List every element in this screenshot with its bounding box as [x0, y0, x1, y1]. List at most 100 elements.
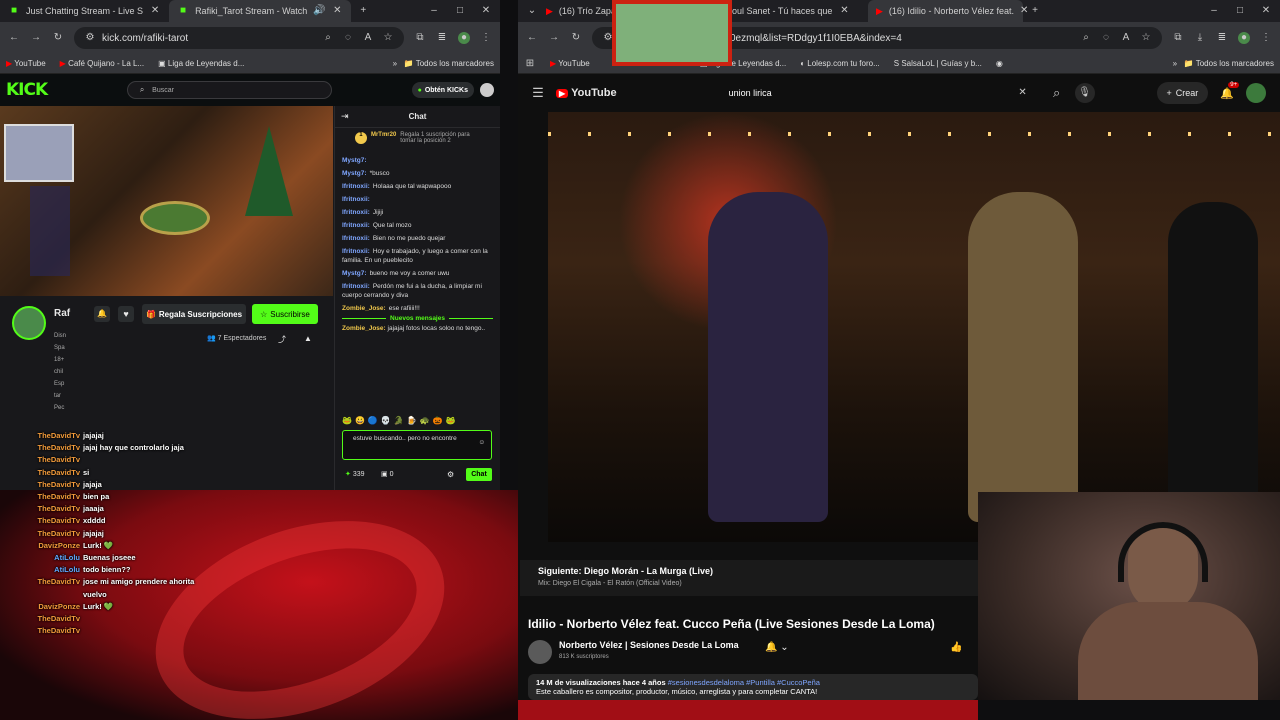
- emoji-picker-icon[interactable]: ☺: [478, 439, 485, 446]
- close-window-icon[interactable]: ✕: [1260, 5, 1272, 17]
- chat-username[interactable]: lfritnoxii:: [342, 183, 370, 190]
- chat-input[interactable]: estuve buscando.. pero no encontre ☺: [342, 430, 492, 460]
- star-icon[interactable]: ☆: [1140, 32, 1152, 44]
- maximize-icon[interactable]: □: [1234, 5, 1246, 17]
- get-kicks-button[interactable]: ● Obtén KICKs: [411, 82, 474, 98]
- address-bar[interactable]: ⚙ kick.com/rafiki-tarot ⌕ ◌ A ☆: [74, 27, 404, 49]
- chat-username[interactable]: lfritnoxii:: [342, 196, 370, 203]
- more-icon[interactable]: ⋮: [480, 32, 492, 44]
- chat-settings-icon[interactable]: ⚙: [447, 470, 454, 479]
- pinned-gift-banner[interactable]: 1 MrTmr20 Regala 1 suscripción para toma…: [335, 128, 500, 148]
- user-avatar[interactable]: [480, 83, 494, 97]
- points-counter[interactable]: ✦ 339: [345, 470, 365, 478]
- stream-video[interactable]: [0, 106, 333, 296]
- clear-search-icon[interactable]: ✕: [1017, 87, 1029, 99]
- star-icon[interactable]: ☆: [382, 32, 394, 44]
- kick-search-input[interactable]: ⌕ Buscar: [127, 81, 333, 99]
- account-avatar[interactable]: [1246, 83, 1266, 103]
- site-info-icon[interactable]: ⚙: [84, 32, 96, 44]
- profile-avatar-icon[interactable]: ●: [458, 32, 470, 44]
- maximize-icon[interactable]: □: [454, 5, 466, 17]
- kick-logo[interactable]: KICK: [6, 80, 48, 100]
- close-icon[interactable]: ✕: [149, 5, 161, 17]
- bookmark-youtube[interactable]: ▶ YouTube: [550, 59, 590, 68]
- bookmark-cafe-quijano[interactable]: ▶ Café Quijano - La L...: [60, 59, 144, 68]
- gift-subs-button[interactable]: 🎁 Regala Suscripciones: [142, 304, 246, 324]
- chat-username[interactable]: lfritnoxii:: [342, 248, 370, 255]
- more-icon[interactable]: ⋮: [1260, 32, 1272, 44]
- forward-icon[interactable]: →: [30, 32, 42, 44]
- hashtags[interactable]: #sesionesdesdelaloma #Puntilla #CuccoPeñ…: [668, 678, 820, 687]
- new-tab-icon[interactable]: +: [357, 5, 369, 17]
- menu-list-icon[interactable]: ≣: [1216, 32, 1228, 44]
- channel-avatar[interactable]: [12, 306, 46, 340]
- up-next-title[interactable]: Siguiente: Diego Morán - La Murga (Live): [538, 566, 960, 576]
- extensions-icon[interactable]: ⧉: [1172, 32, 1184, 44]
- chat-username[interactable]: lfritnoxii:: [342, 209, 370, 216]
- tag[interactable]: chil: [54, 366, 66, 378]
- bookmark-all[interactable]: » 📁 Todos los marcadores: [393, 59, 494, 68]
- search-icon[interactable]: ⌕: [322, 32, 334, 44]
- tag[interactable]: Pec: [54, 402, 66, 414]
- create-button[interactable]: + Crear: [1156, 82, 1209, 104]
- minimize-icon[interactable]: –: [1208, 5, 1220, 17]
- bookmark-globe[interactable]: ◉: [996, 59, 1003, 68]
- bookmark-salsalol[interactable]: S SalsaLoL | Guías y b...: [894, 59, 982, 68]
- menu-list-icon[interactable]: ≣: [436, 32, 448, 44]
- chat-username[interactable]: lfritnoxii:: [342, 222, 370, 229]
- bookmark-liga-leyendas[interactable]: ▣ Liga de Leyendas d...: [158, 59, 244, 68]
- translate-icon[interactable]: A: [1120, 32, 1132, 44]
- back-icon[interactable]: ←: [8, 32, 20, 44]
- chat-username[interactable]: Mystg7:: [342, 170, 367, 177]
- forward-icon[interactable]: →: [548, 32, 560, 44]
- close-icon[interactable]: ✕: [331, 5, 343, 17]
- minimize-icon[interactable]: –: [428, 5, 440, 17]
- kicks-counter[interactable]: ▣ 0: [381, 470, 393, 478]
- description-box[interactable]: 14 M de visualizaciones hace 4 años #ses…: [528, 674, 978, 700]
- search-icon[interactable]: ⌕: [1080, 32, 1092, 44]
- youtube-search-input[interactable]: union lirica ✕: [719, 81, 1039, 105]
- bell-dropdown-button[interactable]: 🔔 ⌄: [765, 642, 789, 653]
- chat-username[interactable]: Mystg7:: [342, 157, 367, 164]
- tag[interactable]: tar: [54, 390, 66, 402]
- bookmark-lolesp[interactable]: ◐ Lolesp.com tu foro...: [800, 59, 880, 68]
- apps-icon[interactable]: ⊞: [524, 58, 536, 70]
- extensions-icon[interactable]: ⧉: [414, 32, 426, 44]
- youtube-video-player[interactable]: [548, 112, 1280, 542]
- channel-name[interactable]: Raf: [54, 308, 70, 319]
- microphone-icon[interactable]: 🎙: [1074, 83, 1095, 103]
- collapse-chat-icon[interactable]: ⇥: [341, 111, 349, 122]
- chat-username[interactable]: Zombie_Jose:: [342, 305, 386, 312]
- new-tab-icon[interactable]: +: [1029, 5, 1041, 17]
- chat-send-button[interactable]: Chat: [466, 468, 492, 481]
- report-icon[interactable]: ▲: [304, 334, 312, 343]
- speaker-icon[interactable]: 🔊: [313, 5, 325, 17]
- like-button[interactable]: 👍: [950, 642, 962, 653]
- bookmark-youtube[interactable]: ▶ YouTube: [6, 59, 46, 68]
- close-window-icon[interactable]: ✕: [480, 5, 492, 17]
- tab-soul-sanet[interactable]: Soul Sanet - Tú haces que ✕: [718, 0, 868, 22]
- share-icon[interactable]: ⤴: [278, 334, 286, 345]
- tab-search-icon[interactable]: ⌄: [526, 5, 538, 17]
- heart-button[interactable]: ♥: [118, 306, 134, 322]
- eye-off-icon[interactable]: ◌: [342, 32, 354, 44]
- close-icon[interactable]: ✕: [1020, 5, 1028, 17]
- subscribe-button[interactable]: ☆ Suscribirse: [252, 304, 318, 324]
- tag[interactable]: Esp: [54, 378, 66, 390]
- notifications-icon[interactable]: 🔔 9+: [1220, 81, 1240, 100]
- search-icon[interactable]: ⌕: [1051, 86, 1063, 99]
- reload-icon[interactable]: ↻: [570, 32, 582, 44]
- profile-avatar-icon[interactable]: ●: [1238, 32, 1250, 44]
- close-icon[interactable]: ✕: [838, 5, 850, 17]
- chat-username[interactable]: Mystg7:: [342, 270, 367, 277]
- up-next-strip[interactable]: Siguiente: Diego Morán - La Murga (Live)…: [520, 560, 978, 596]
- tab-just-chatting[interactable]: ■ Just Chatting Stream - Live S ✕: [0, 0, 169, 22]
- tag[interactable]: Spa: [54, 342, 66, 354]
- translate-icon[interactable]: A: [362, 32, 374, 44]
- chat-username[interactable]: lfritnoxii:: [342, 283, 370, 290]
- tab-idilio[interactable]: ▶ (16) Idilio - Norberto Vélez feat. ✕: [868, 0, 1028, 22]
- youtube-logo[interactable]: ▶ YouTube: [556, 87, 617, 99]
- tag[interactable]: Disn: [54, 330, 66, 342]
- back-icon[interactable]: ←: [526, 32, 538, 44]
- hamburger-menu-icon[interactable]: ☰: [532, 86, 544, 99]
